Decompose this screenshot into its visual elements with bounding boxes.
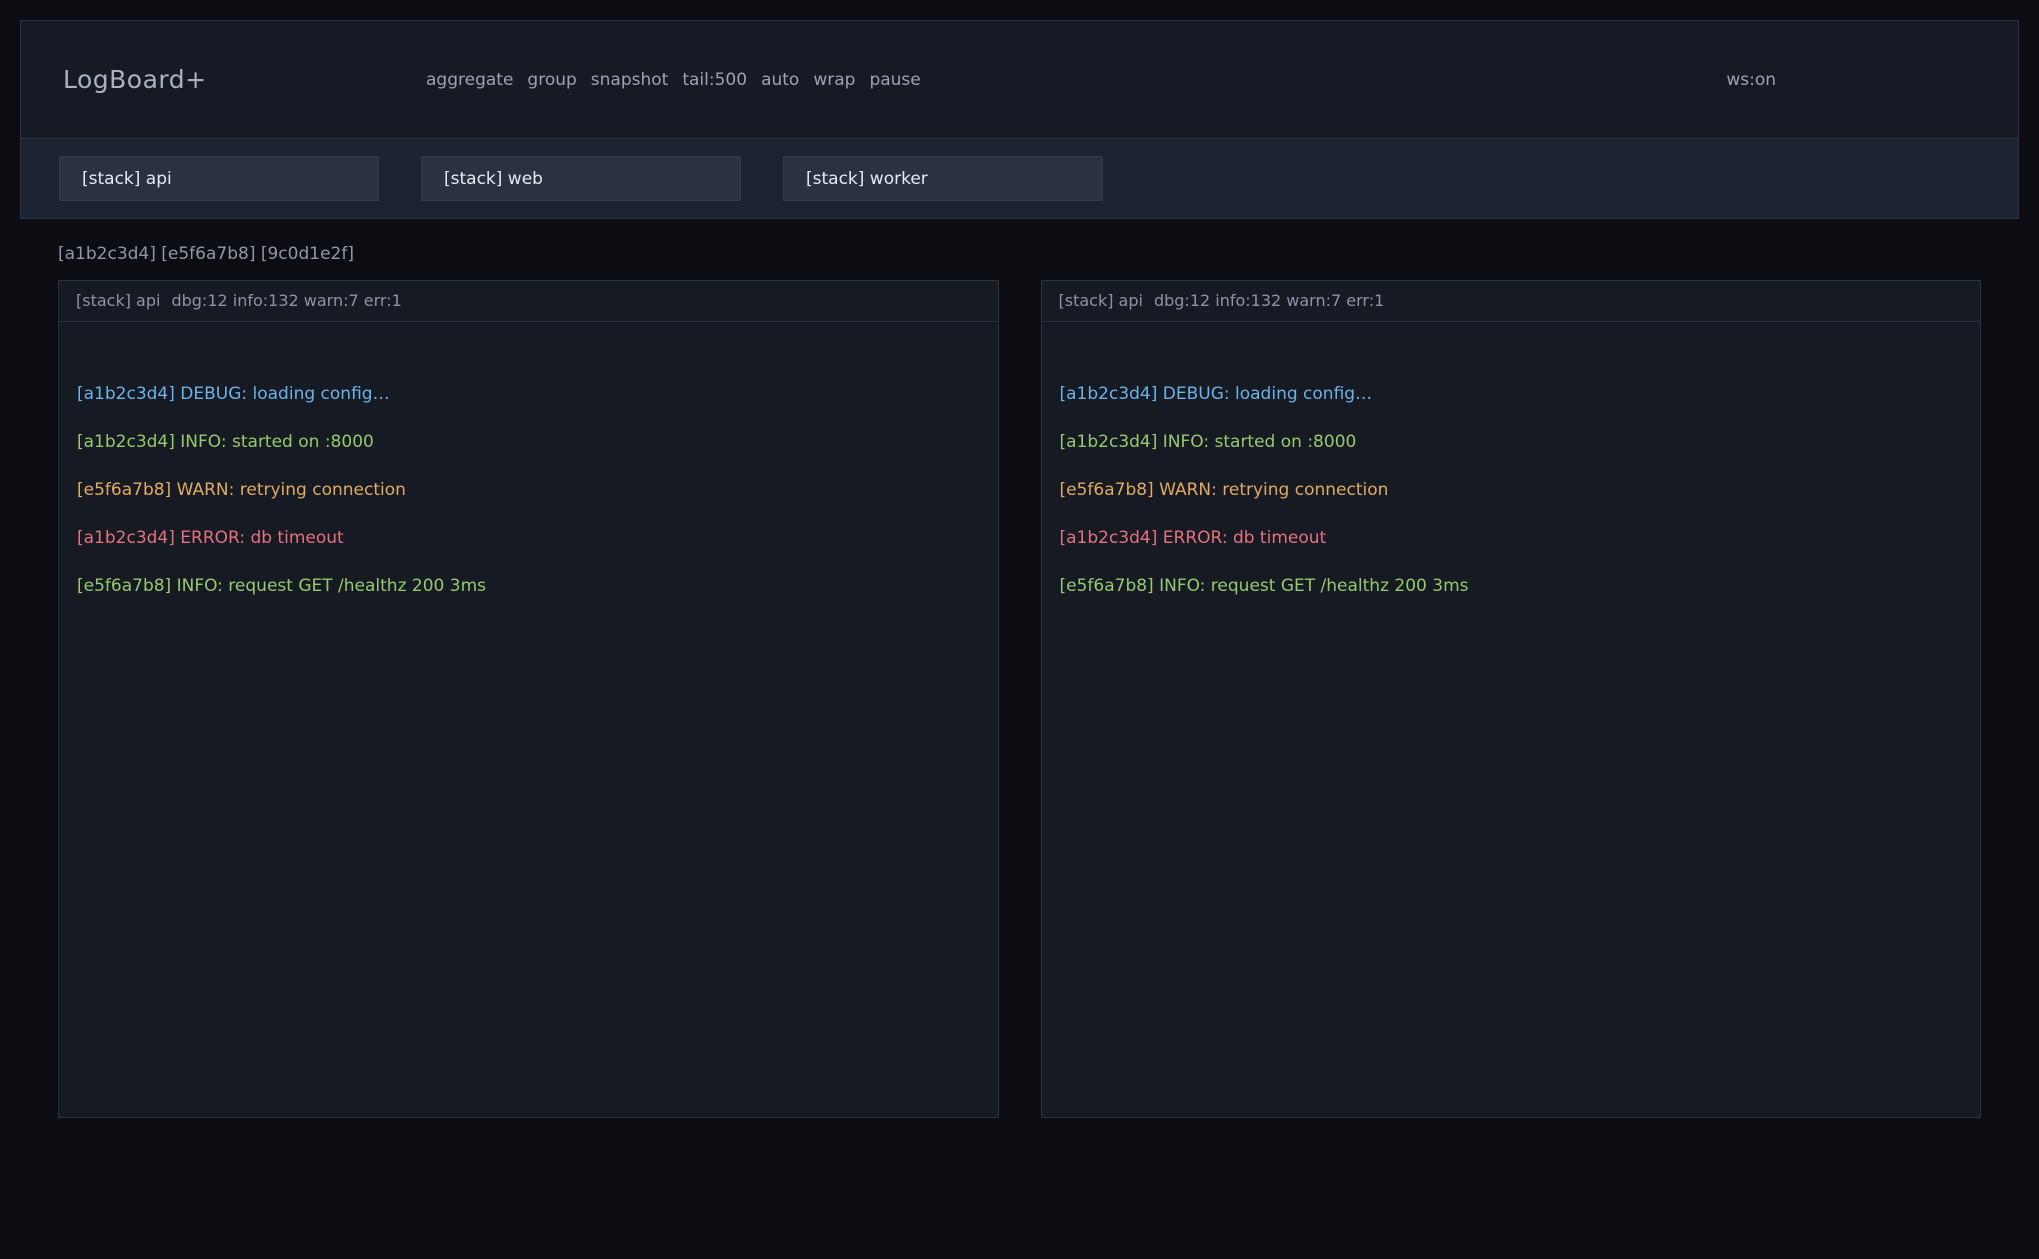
toolbar-item-aggregate[interactable]: aggregate	[426, 70, 513, 90]
tab-stack-api[interactable]: [stack] api	[59, 156, 379, 201]
log-panel-right: [stack] api dbg:12 info:132 warn:7 err:1…	[1041, 280, 1982, 1118]
log-line-debug: [a1b2c3d4] DEBUG: loading config…	[77, 370, 980, 418]
trace-id-breadcrumb: [a1b2c3d4] [e5f6a7b8] [9c0d1e2f]	[58, 244, 2039, 266]
topbar-header: LogBoard+ aggregate group snapshot tail:…	[21, 21, 2018, 138]
toolbar-item-wrap[interactable]: wrap	[813, 70, 855, 90]
tab-stack-web[interactable]: [stack] web	[421, 156, 741, 201]
log-line-info: [a1b2c3d4] INFO: started on :8000	[77, 418, 980, 466]
toolbar-item-tail[interactable]: tail:500	[682, 70, 747, 90]
log-line-warn: [e5f6a7b8] WARN: retrying connection	[77, 466, 980, 514]
log-line-info: [e5f6a7b8] INFO: request GET /healthz 20…	[1060, 562, 1963, 610]
panel-source-label: [stack] api	[76, 281, 160, 321]
app-title: LogBoard+	[63, 65, 426, 94]
panel-level-counts: dbg:12 info:132 warn:7 err:1	[1154, 281, 1384, 321]
log-line-info: [e5f6a7b8] INFO: request GET /healthz 20…	[77, 562, 980, 610]
log-panel-header: [stack] api dbg:12 info:132 warn:7 err:1	[59, 281, 998, 322]
log-scroll-area[interactable]: [a1b2c3d4] DEBUG: loading config…[a1b2c3…	[1042, 322, 1981, 1117]
log-panel-header: [stack] api dbg:12 info:132 warn:7 err:1	[1042, 281, 1981, 322]
toolbar-item-group[interactable]: group	[527, 70, 576, 90]
log-line-debug: [a1b2c3d4] DEBUG: loading config…	[1060, 370, 1963, 418]
log-line-warn: [e5f6a7b8] WARN: retrying connection	[1060, 466, 1963, 514]
log-scroll-area[interactable]: [a1b2c3d4] DEBUG: loading config…[a1b2c3…	[59, 322, 998, 1117]
ws-status: ws:on	[1726, 70, 1776, 90]
topbar: LogBoard+ aggregate group snapshot tail:…	[20, 20, 2019, 219]
toolbar: aggregate group snapshot tail:500 auto w…	[426, 70, 921, 90]
toolbar-item-pause[interactable]: pause	[869, 70, 920, 90]
log-line-error: [a1b2c3d4] ERROR: db timeout	[77, 514, 980, 562]
log-line-error: [a1b2c3d4] ERROR: db timeout	[1060, 514, 1963, 562]
panel-source-label: [stack] api	[1059, 281, 1143, 321]
log-line-info: [a1b2c3d4] INFO: started on :8000	[1060, 418, 1963, 466]
tab-stack-worker[interactable]: [stack] worker	[783, 156, 1103, 201]
panel-level-counts: dbg:12 info:132 warn:7 err:1	[171, 281, 401, 321]
stack-tabband: [stack] api [stack] web [stack] worker	[21, 138, 2018, 218]
log-panels: [stack] api dbg:12 info:132 warn:7 err:1…	[58, 280, 1981, 1118]
toolbar-item-snapshot[interactable]: snapshot	[591, 70, 669, 90]
log-panel-left: [stack] api dbg:12 info:132 warn:7 err:1…	[58, 280, 999, 1118]
toolbar-item-auto[interactable]: auto	[761, 70, 799, 90]
